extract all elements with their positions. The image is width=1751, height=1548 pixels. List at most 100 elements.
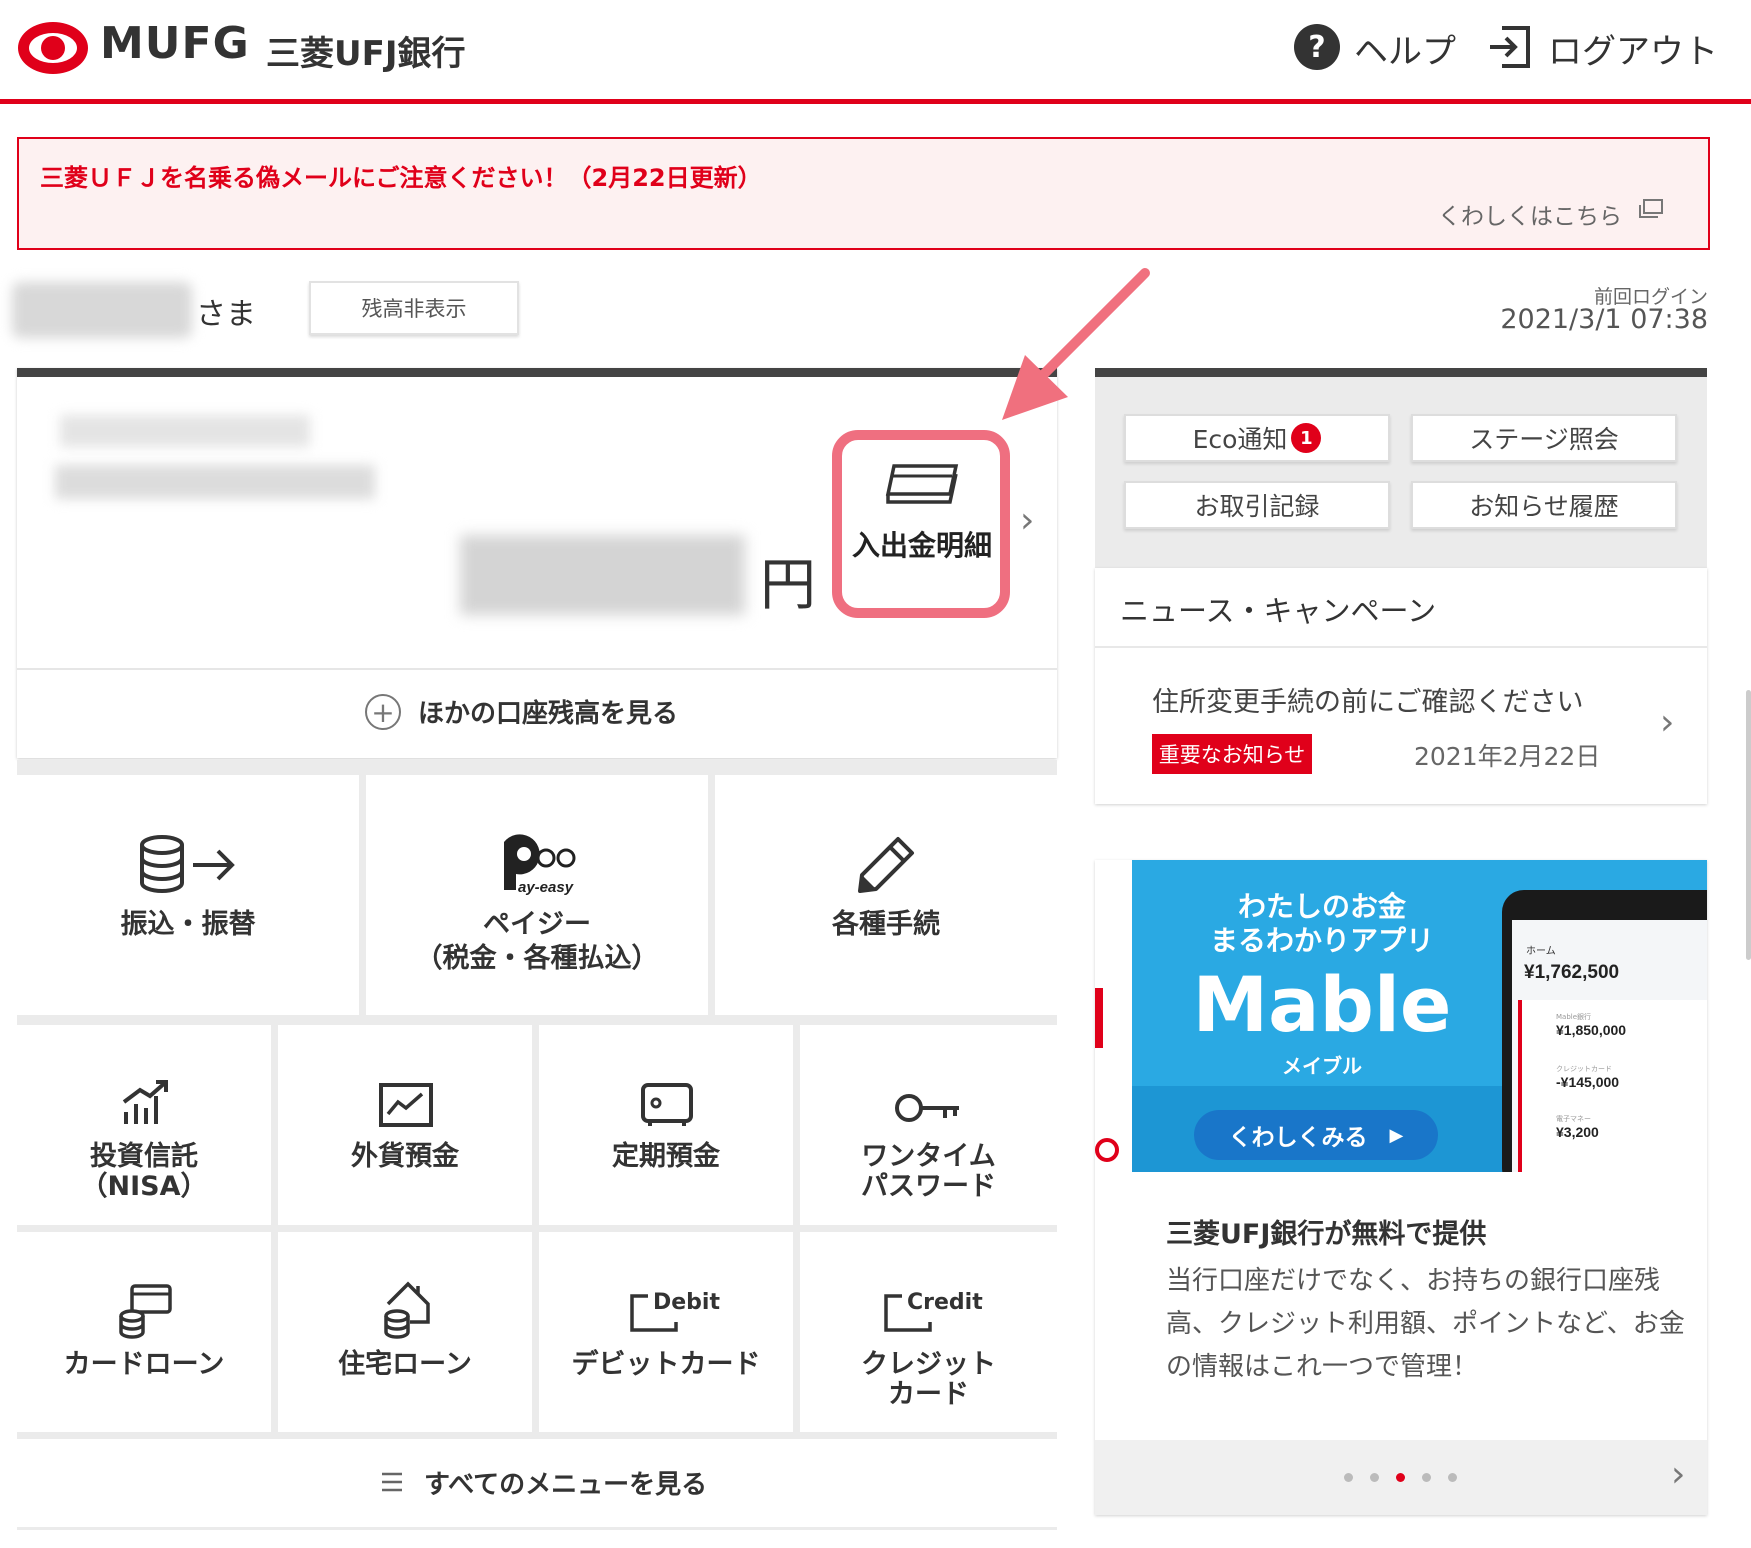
tile-procedures-label[interactable]: 各種手続 xyxy=(715,908,1057,942)
phone-mockup: ホーム ¥1,762,500 Mable銀行 ¥1,850,000 クレジットカ… xyxy=(1502,890,1707,1172)
tile-payeasy-label-2[interactable]: （税金・各種払込） xyxy=(366,942,708,976)
chevron-right-icon[interactable]: › xyxy=(1020,500,1034,541)
svg-text:ay-easy: ay-easy xyxy=(518,879,574,896)
safe-icon xyxy=(641,1083,693,1126)
other-balance-label[interactable]: ほかの口座残高を見る xyxy=(418,693,678,730)
mable-banner[interactable]: わたしのお金 まるわかりアプリ Mable メイブル くわしくみる ▶ ホーム … xyxy=(1132,860,1707,1172)
plus-circle-icon[interactable]: + xyxy=(365,694,401,730)
account-branch-masked xyxy=(60,415,310,447)
tile-debit-card-label[interactable]: デビットカード xyxy=(539,1348,793,1382)
carousel-pagination: › xyxy=(1095,1440,1707,1515)
mufg-logo-dot xyxy=(41,36,65,60)
tile-procedures[interactable] xyxy=(715,775,1057,1015)
all-menu-label[interactable]: すべてのメニューを見る xyxy=(424,1464,707,1501)
phone-row-2-label: クレジットカード xyxy=(1556,1065,1612,1073)
phone-row-3-label: 電子マネー xyxy=(1556,1115,1591,1123)
credit-icon-text: Credit xyxy=(907,1290,983,1315)
key-icon xyxy=(895,1094,959,1122)
carousel-dot-1[interactable] xyxy=(1344,1473,1353,1482)
tile-credit-label-2[interactable]: カード xyxy=(800,1378,1057,1412)
eco-notice-button[interactable]: Eco通知 1 xyxy=(1124,414,1390,462)
page-scrollbar[interactable] xyxy=(1746,690,1751,960)
hide-balance-button[interactable]: 残高非表示 xyxy=(309,281,519,335)
tile-onetime-label-2[interactable]: パスワード xyxy=(800,1170,1057,1204)
chart-frame-icon xyxy=(379,1083,433,1127)
carousel-dot-2[interactable] xyxy=(1370,1473,1379,1482)
banner-brand: Mable xyxy=(1192,960,1452,1049)
promo-title: 三菱UFJ銀行が無料で提供 xyxy=(1166,1219,1487,1250)
tile-time-deposit-label[interactable]: 定期預金 xyxy=(539,1140,793,1174)
eco-notice-badge: 1 xyxy=(1291,423,1322,453)
hamburger-icon[interactable] xyxy=(380,1470,404,1494)
help-link[interactable]: ヘルプ xyxy=(1354,24,1456,73)
bank-name: 三菱UFJ銀行 xyxy=(266,34,466,74)
previous-banner-red-mark xyxy=(1095,988,1103,1048)
play-triangle-icon: ▶ xyxy=(1389,1124,1404,1146)
tile-foreign-deposit-label[interactable]: 外貨預金 xyxy=(278,1140,532,1174)
banner-cta-label[interactable]: くわしくみる xyxy=(1229,1118,1368,1152)
quick-links-panel xyxy=(1095,368,1707,568)
passbook-icon xyxy=(885,464,959,504)
tile-investment-label-1[interactable]: 投資信託 xyxy=(17,1140,271,1174)
promo-body: 当行口座だけでなく、お持ちの銀行口座残高、クレジット利用額、ポイントなど、お金の… xyxy=(1166,1266,1685,1382)
banner-line-2: まるわかりアプリ xyxy=(1209,924,1434,957)
carousel-dot-3[interactable] xyxy=(1396,1473,1405,1482)
logout-link[interactable]: ログアウト xyxy=(1548,24,1718,73)
alert-title: 三菱ＵＦＪを名乗る偽メールにご注意ください！（2月22日更新） xyxy=(40,164,762,192)
debit-icon-text: Debit xyxy=(653,1290,720,1315)
banner-cta-button[interactable]: くわしくみる ▶ xyxy=(1194,1110,1438,1160)
phone-account-list: Mable銀行 ¥1,850,000 クレジットカード -¥145,000 電子… xyxy=(1518,1000,1707,1172)
notice-history-button[interactable]: お知らせ履歴 xyxy=(1411,481,1677,529)
phone-total: ¥1,762,500 xyxy=(1524,962,1620,983)
house-coins-icon xyxy=(384,1281,430,1339)
coins-transfer-icon xyxy=(140,835,235,893)
stage-inquiry-button[interactable]: ステージ照会 xyxy=(1411,414,1677,462)
carousel-dot-5[interactable] xyxy=(1448,1473,1457,1482)
account-number-masked xyxy=(55,465,375,499)
pencil-icon xyxy=(858,837,914,893)
last-login-time: 2021/3/1 07:38 xyxy=(1500,304,1708,335)
phone-row-2: -¥145,000 xyxy=(1556,1074,1620,1090)
tile-credit-label-1[interactable]: クレジット xyxy=(800,1348,1057,1382)
tile-card-loan-label[interactable]: カードローン xyxy=(17,1348,271,1382)
carousel-next-icon[interactable]: › xyxy=(1671,1454,1685,1495)
tile-investment-label-2[interactable]: （NISA） xyxy=(17,1170,271,1204)
banner-line-1: わたしのお金 xyxy=(1237,890,1406,923)
phone-home-label: ホーム xyxy=(1526,946,1556,957)
external-window-icon[interactable] xyxy=(1638,199,1664,219)
user-honorific: さま xyxy=(196,297,256,332)
tile-home-loan-label[interactable]: 住宅ローン xyxy=(278,1348,532,1382)
previous-banner-edge[interactable] xyxy=(1095,860,1132,1172)
card-coins-icon xyxy=(119,1284,172,1339)
tile-payeasy-label-1[interactable]: ペイジー xyxy=(366,908,708,942)
phone-screen: ホーム ¥1,762,500 Mable銀行 ¥1,850,000 クレジットカ… xyxy=(1512,920,1707,1172)
phone-row-3: ¥3,200 xyxy=(1556,1124,1599,1140)
tile-transfer[interactable] xyxy=(17,775,359,1015)
phone-row-1: ¥1,850,000 xyxy=(1556,1022,1627,1038)
important-notice-badge: 重要なお知らせ xyxy=(1152,734,1312,774)
logout-icon[interactable] xyxy=(1488,24,1532,70)
news-divider xyxy=(1095,646,1707,648)
phone-row-1-label: Mable銀行 xyxy=(1556,1013,1592,1021)
tile-onetime-label-1[interactable]: ワンタイム xyxy=(800,1140,1057,1174)
statement-label[interactable]: 入出金明細 xyxy=(852,524,992,564)
payeasy-logo-icon: ay-easy xyxy=(504,834,576,896)
currency-unit: 円 xyxy=(760,553,816,618)
eco-notice-label[interactable]: Eco通知 xyxy=(1193,420,1288,456)
rising-chart-icon xyxy=(122,1080,168,1124)
previous-banner-logo xyxy=(1095,1138,1119,1162)
transaction-records-button[interactable]: お取引記録 xyxy=(1124,481,1390,529)
news-item-date: 2021年2月22日 xyxy=(1414,742,1601,771)
help-icon[interactable]: ? xyxy=(1294,24,1340,70)
user-name-masked xyxy=(12,282,192,338)
banner-brand-kana: メイブル xyxy=(1282,1054,1362,1078)
phishing-alert xyxy=(17,137,1710,250)
news-heading: ニュース・キャンペーン xyxy=(1120,594,1437,628)
logo-text[interactable]: MUFG xyxy=(100,18,250,69)
news-item-title[interactable]: 住所変更手続の前にご確認ください xyxy=(1152,680,1583,719)
tile-transfer-label[interactable]: 振込・振替 xyxy=(17,908,359,942)
alert-details-link[interactable]: くわしくはこちら xyxy=(1438,197,1622,231)
news-chevron-right-icon[interactable]: › xyxy=(1660,702,1674,743)
balance-amount-masked xyxy=(460,535,745,615)
carousel-dot-4[interactable] xyxy=(1422,1473,1431,1482)
